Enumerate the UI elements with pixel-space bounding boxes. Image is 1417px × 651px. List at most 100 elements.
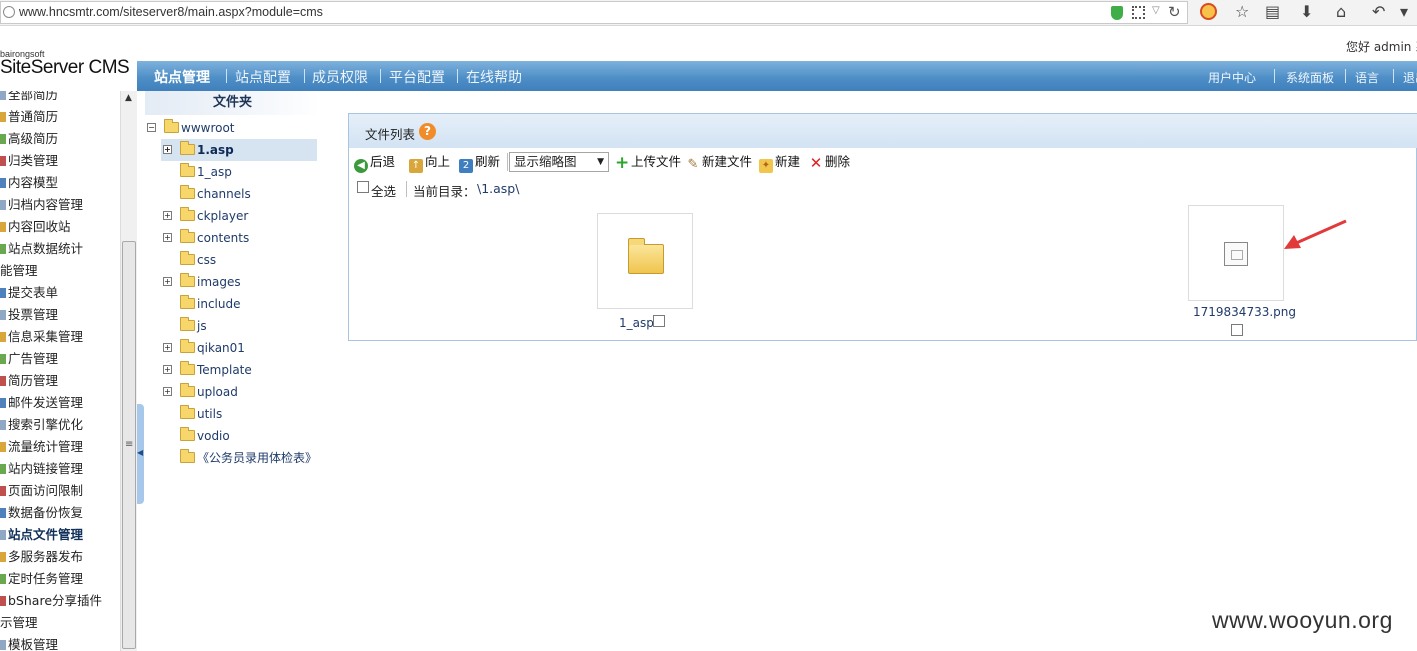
- url-text[interactable]: www.hncsmtr.com/siteserver8/main.aspx?mo…: [19, 5, 323, 19]
- tree-folder-node[interactable]: + Template: [161, 359, 317, 381]
- up-button[interactable]: ↑ 向上: [409, 153, 450, 173]
- sidebar-menu-item[interactable]: 定时任务管理: [0, 568, 83, 590]
- sidebar-menu-item[interactable]: 全部简历: [0, 91, 58, 106]
- sidebar-menu-item[interactable]: 提交表单: [0, 282, 58, 304]
- sidebar-menu-item[interactable]: 内容模型: [0, 172, 58, 194]
- tree-folder-node[interactable]: +1.asp: [161, 139, 317, 161]
- sidebar-item-label: 归类管理: [8, 153, 59, 168]
- reload-icon[interactable]: ↻: [1168, 3, 1181, 21]
- nav-member-permissions[interactable]: 成员权限: [312, 67, 368, 87]
- file-name[interactable]: 1_asp: [619, 316, 654, 330]
- tree-folder-node[interactable]: 1_asp: [161, 161, 317, 183]
- tree-folder-node[interactable]: + upload: [161, 381, 317, 403]
- tree-folder-node[interactable]: channels: [161, 183, 317, 205]
- refresh-button[interactable]: 2 刷新: [459, 153, 500, 173]
- scroll-up-icon[interactable]: ▲: [125, 93, 132, 103]
- bookmark-star-icon[interactable]: ☆: [1235, 1, 1249, 23]
- nav-user-center[interactable]: 用户中心: [1208, 69, 1256, 86]
- file-name[interactable]: 1719834733.png: [1193, 305, 1296, 319]
- scrollbar-thumb[interactable]: ≡: [122, 241, 136, 649]
- sidebar-menu-item[interactable]: 流量统计管理: [0, 436, 83, 458]
- sidebar-menu-item[interactable]: 站内链接管理: [0, 458, 83, 480]
- tree-root-node[interactable]: − wwwroot: [145, 117, 325, 139]
- sidebar-menu-item[interactable]: 归类管理: [0, 150, 58, 172]
- tree-folder-node[interactable]: include: [161, 293, 317, 315]
- file-thumbnail-folder[interactable]: [597, 213, 693, 309]
- upload-button[interactable]: + 上传文件: [615, 153, 681, 172]
- file-checkbox[interactable]: [653, 315, 665, 327]
- delete-button[interactable]: ✕ 删除: [809, 153, 850, 171]
- sidebar-item-label: 示管理: [0, 615, 38, 630]
- tree-folder-node[interactable]: 《公务员录用体检表》: [161, 447, 317, 469]
- sidebar-menu-item[interactable]: 简历管理: [0, 370, 58, 392]
- tree-folder-node[interactable]: vodio: [161, 425, 317, 447]
- sidebar-menu-item[interactable]: 模板管理: [0, 634, 58, 651]
- sidebar-menu-item[interactable]: 信息采集管理: [0, 326, 83, 348]
- select-all-label[interactable]: 全选: [371, 181, 396, 200]
- shield-icon[interactable]: [1111, 6, 1123, 20]
- sidebar-menu-item[interactable]: 高级简历: [0, 128, 58, 150]
- help-icon[interactable]: ?: [419, 123, 436, 140]
- tree-folder-node[interactable]: + qikan01: [161, 337, 317, 359]
- tree-folder-node[interactable]: css: [161, 249, 317, 271]
- sidebar-menu-item[interactable]: 页面访问限制: [0, 480, 83, 502]
- sidebar-menu-item[interactable]: 站点文件管理: [0, 524, 83, 546]
- expand-toggle-icon[interactable]: +: [163, 365, 172, 374]
- nav-platform-config[interactable]: 平台配置: [389, 67, 445, 87]
- sidebar-menu-item[interactable]: 邮件发送管理: [0, 392, 83, 414]
- new-file-button[interactable]: ✎ 新建文件: [686, 153, 753, 172]
- new-file-label: 新建文件: [702, 154, 753, 169]
- sidebar-menu-item[interactable]: 多服务器发布: [0, 546, 83, 568]
- collapse-toggle-icon[interactable]: −: [147, 123, 156, 132]
- back-button[interactable]: ◀ 后退: [354, 153, 395, 173]
- tree-folder-node[interactable]: js: [161, 315, 317, 337]
- chevron-down-icon[interactable]: ▾: [1400, 1, 1408, 23]
- expand-toggle-icon[interactable]: +: [163, 145, 172, 154]
- adblock-icon[interactable]: [1200, 3, 1217, 20]
- home-icon[interactable]: ⌂: [1336, 1, 1346, 23]
- sidebar-group-heading[interactable]: 能管理: [0, 260, 38, 282]
- sidebar-group-heading[interactable]: 示管理: [0, 612, 38, 634]
- address-bar[interactable]: www.hncsmtr.com/siteserver8/main.aspx?mo…: [0, 1, 1188, 24]
- tree-folder-node[interactable]: + images: [161, 271, 317, 293]
- expand-toggle-icon[interactable]: +: [163, 277, 172, 286]
- expand-toggle-icon[interactable]: +: [163, 387, 172, 396]
- expand-toggle-icon[interactable]: +: [163, 343, 172, 352]
- tree-node-label: 1_asp: [197, 165, 232, 179]
- sidebar-menu-item[interactable]: 搜索引擎优化: [0, 414, 83, 436]
- chevron-down-icon[interactable]: ▽: [1152, 5, 1160, 16]
- file-checkbox[interactable]: [1231, 324, 1243, 336]
- sidebar-menu-item[interactable]: bShare分享插件: [0, 590, 102, 612]
- menu-item-icon: [0, 354, 6, 364]
- sidebar-menu-item[interactable]: 归档内容管理: [0, 194, 83, 216]
- sidebar-item-label: 流量统计管理: [8, 439, 84, 454]
- sidebar-menu-item[interactable]: 站点数据统计: [0, 238, 83, 260]
- file-thumbnail-image[interactable]: [1188, 205, 1284, 301]
- view-mode-select[interactable]: 显示缩略图 ▼: [509, 152, 609, 172]
- undo-icon[interactable]: ↶: [1372, 1, 1385, 23]
- nav-site-management[interactable]: 站点管理: [154, 67, 210, 87]
- sidebar-menu-item[interactable]: 普通简历: [0, 106, 58, 128]
- tree-folder-node[interactable]: utils: [161, 403, 317, 425]
- sidebar-menu-item[interactable]: 投票管理: [0, 304, 58, 326]
- sidebar-menu-item[interactable]: 广告管理: [0, 348, 58, 370]
- nav-logout[interactable]: 退出: [1403, 69, 1417, 86]
- tree-folder-node[interactable]: + ckplayer: [161, 205, 317, 227]
- sidebar-collapse-handle[interactable]: ◀: [137, 404, 144, 504]
- expand-toggle-icon[interactable]: +: [163, 211, 172, 220]
- sidebar-menu-item[interactable]: 数据备份恢复: [0, 502, 83, 524]
- download-icon[interactable]: ⬇: [1300, 1, 1313, 23]
- sidebar-scrollbar[interactable]: ▲ ≡: [120, 91, 137, 651]
- expand-toggle-icon[interactable]: +: [163, 233, 172, 242]
- reading-list-icon[interactable]: ▤: [1265, 1, 1280, 23]
- nav-site-config[interactable]: 站点配置: [235, 67, 291, 87]
- sidebar-menu-item[interactable]: 内容回收站: [0, 216, 71, 238]
- qr-code-icon[interactable]: [1132, 6, 1145, 19]
- nav-language[interactable]: 语言: [1355, 69, 1379, 86]
- nav-system-panel[interactable]: 系统面板: [1286, 69, 1334, 86]
- select-all-checkbox[interactable]: [357, 181, 369, 193]
- nav-online-help[interactable]: 在线帮助: [466, 67, 522, 87]
- current-dir-path[interactable]: \1.asp\: [477, 181, 519, 196]
- new-folder-button[interactable]: ✦ 新建: [759, 153, 800, 173]
- tree-folder-node[interactable]: + contents: [161, 227, 317, 249]
